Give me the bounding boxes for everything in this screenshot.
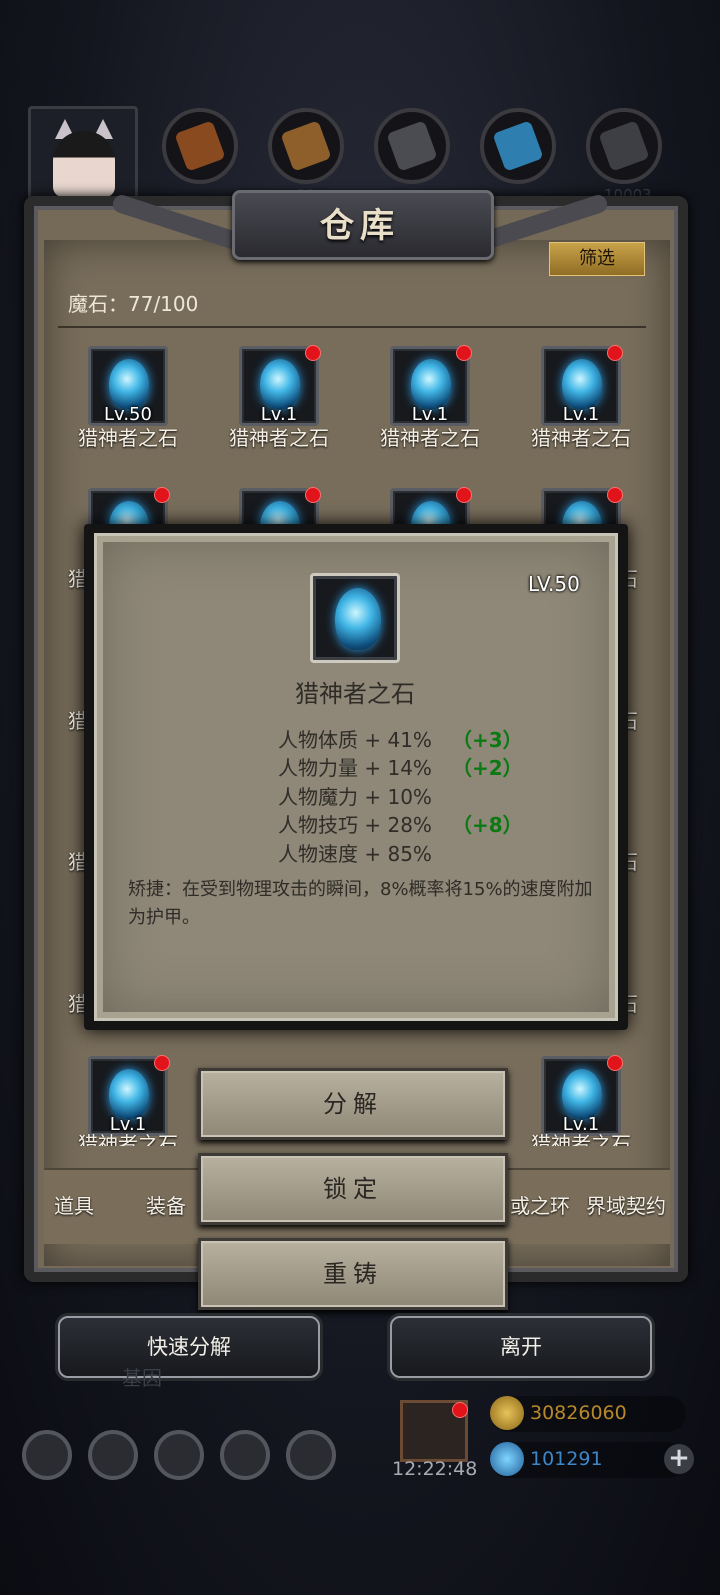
menu-icon[interactable] <box>88 1430 138 1480</box>
new-badge <box>607 1055 623 1071</box>
skill-description: 矫捷：在受到物理攻击的瞬间，8%概率将15%的速度附加为护甲。 <box>128 879 593 928</box>
add-gems-button[interactable]: + <box>664 1444 694 1474</box>
item-name: 猎神者之石 <box>229 426 329 450</box>
tab-contract[interactable]: 界域契约 <box>586 1190 666 1219</box>
steel-resource-icon <box>586 108 662 184</box>
hunter-stone-icon <box>335 588 381 650</box>
item-name: 猎神者之石 <box>78 1132 178 1146</box>
leather-resource-icon <box>162 108 238 184</box>
hunter-stone-icon <box>109 1069 149 1119</box>
new-badge <box>607 487 623 503</box>
item-slot[interactable]: Lv.50 <box>88 346 168 426</box>
new-badge <box>456 487 472 503</box>
filter-button[interactable]: 筛选 <box>549 242 645 276</box>
gold-amount: 30826060 <box>530 1402 627 1424</box>
stat-line: 人物速度 + 85% <box>278 842 432 866</box>
reforge-button[interactable]: 重铸 <box>198 1238 508 1310</box>
stat-line: 人物魔力 + 10% <box>278 785 432 809</box>
divider <box>58 326 646 328</box>
hunter-stone-icon <box>562 359 602 409</box>
detail-level: LV.50 <box>528 572 580 596</box>
quick-decompose-button[interactable]: 快速分解 <box>58 1316 320 1378</box>
gem-amount: 101291 <box>530 1448 603 1470</box>
lock-button[interactable]: 锁定 <box>198 1153 508 1225</box>
stat-line: 人物技巧 + 28% <box>278 813 432 837</box>
detail-item-slot <box>310 573 400 663</box>
crystal-resource-icon <box>480 108 556 184</box>
shop-icon[interactable] <box>154 1430 204 1480</box>
item-name: 猎神者之石 <box>531 426 631 450</box>
new-badge <box>607 345 623 361</box>
item-name: 猎神者之石 <box>531 1132 631 1146</box>
tab-ring[interactable]: 或之环 <box>510 1190 570 1219</box>
stat-line: 人物力量 + 14% <box>278 756 432 780</box>
blue-gem-icon <box>490 1442 524 1476</box>
stat-bonus: （+2） <box>452 756 523 780</box>
new-badge <box>154 487 170 503</box>
stat-line: 人物体质 + 41% <box>278 728 432 752</box>
new-badge <box>154 1055 170 1071</box>
hunter-stone-icon <box>109 359 149 409</box>
stat-bonus: （+3） <box>452 728 523 752</box>
new-badge <box>452 1402 468 1418</box>
tab-equipment[interactable]: 装备 <box>146 1190 186 1219</box>
iron-resource-icon <box>374 108 450 184</box>
tab-items[interactable]: 道具 <box>54 1190 94 1219</box>
player-avatar[interactable] <box>28 106 138 206</box>
hunter-stone-icon <box>260 359 300 409</box>
new-badge <box>456 345 472 361</box>
avatar-face <box>53 131 115 197</box>
settings-icon[interactable] <box>22 1430 72 1480</box>
detail-item-name: 猎神者之石 <box>295 680 415 708</box>
background-label: 基因 <box>122 1366 162 1390</box>
stat-bonus: （+8） <box>452 813 523 837</box>
magic-stone-count: 魔石：77/100 <box>68 292 199 316</box>
new-badge <box>305 487 321 503</box>
hunter-stone-icon <box>562 1069 602 1119</box>
wood-resource-icon <box>268 108 344 184</box>
clock: 12:22:48 <box>392 1458 478 1480</box>
mail-icon[interactable] <box>220 1430 270 1480</box>
item-name: 猎神者之石 <box>78 426 178 450</box>
sound-icon[interactable] <box>286 1430 336 1480</box>
item-name: 猎神者之石 <box>380 426 480 450</box>
page-title: 仓库 <box>320 206 400 246</box>
gold-coin-icon <box>490 1396 524 1430</box>
hunter-stone-icon <box>411 359 451 409</box>
decompose-button[interactable]: 分解 <box>198 1068 508 1140</box>
new-badge <box>305 345 321 361</box>
leave-button[interactable]: 离开 <box>390 1316 652 1378</box>
